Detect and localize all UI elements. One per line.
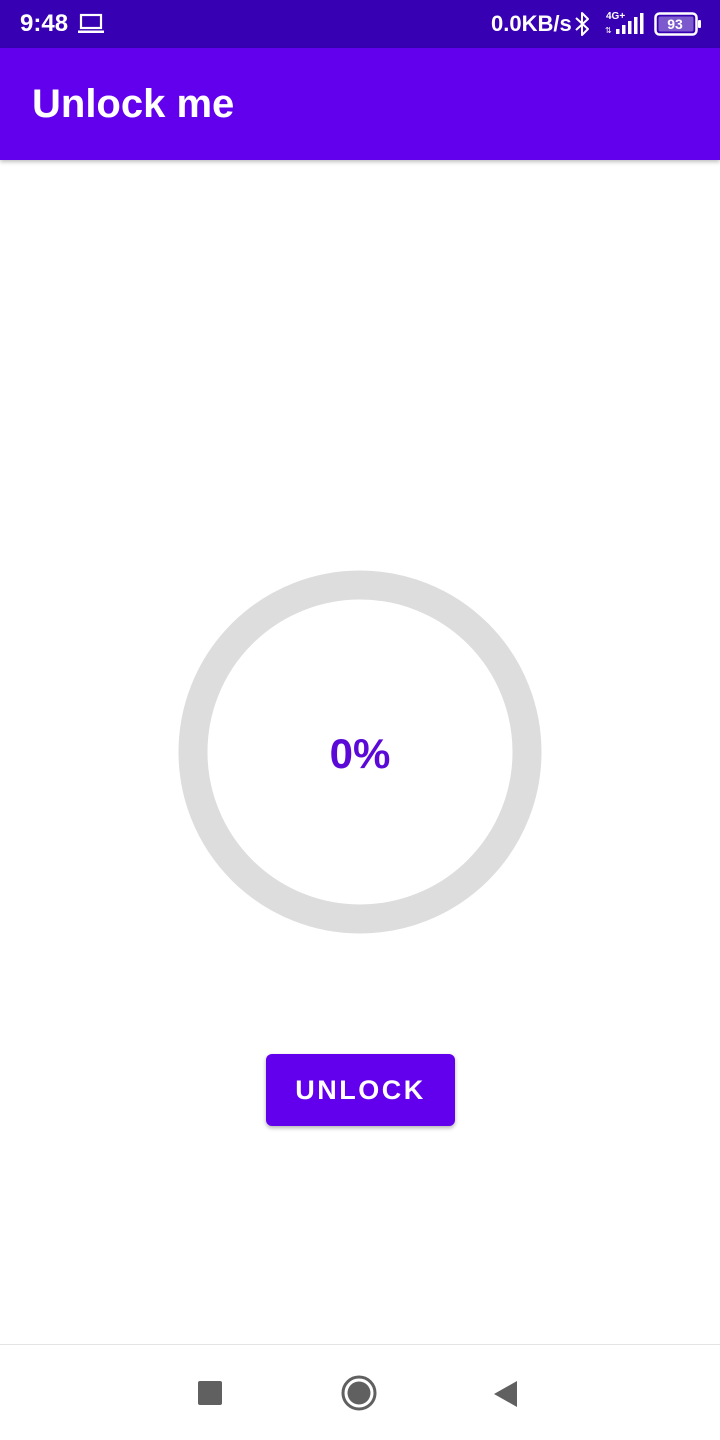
network-speed: 0.0KB/s (491, 11, 572, 36)
progress-percentage: 0% (329, 730, 391, 777)
recents-icon[interactable] (198, 1381, 222, 1405)
home-icon[interactable] (341, 1375, 377, 1411)
app-title: Unlock me (32, 82, 235, 126)
navigation-bar (0, 1344, 720, 1440)
unlock-button[interactable]: UNLOCK (266, 1054, 455, 1126)
status-time: 9:48 (20, 10, 69, 37)
laptop-icon (78, 13, 104, 33)
screen: 9:48 0.0KB/s 4G+ ⇅ 93 Unlock me 0% UNLOC… (0, 0, 720, 1440)
status-bar: 9:48 0.0KB/s 4G+ ⇅ 93 (0, 0, 720, 48)
back-icon[interactable] (493, 1380, 519, 1408)
app-bar: Unlock me (0, 48, 720, 160)
svg-text:⇅: ⇅ (605, 26, 612, 35)
bluetooth-icon (575, 12, 589, 36)
network-type-label: 4G+ (606, 11, 625, 22)
battery-level: 93 (667, 16, 683, 32)
circular-progress: 0% (178, 570, 542, 934)
signal-icon: 4G+ ⇅ (605, 11, 644, 35)
